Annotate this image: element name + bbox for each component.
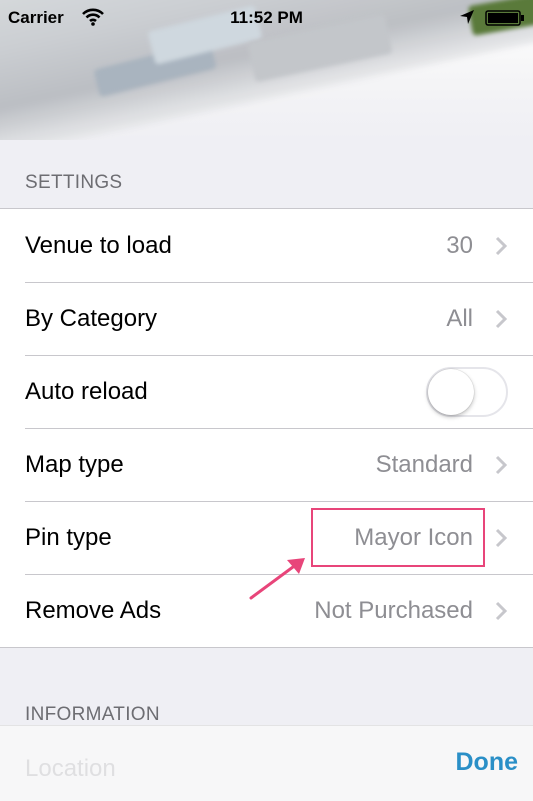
toggle-knob bbox=[428, 368, 474, 415]
annotation-arrow-icon bbox=[249, 558, 305, 600]
row-label: By Category bbox=[25, 304, 158, 332]
chevron-right-icon bbox=[495, 528, 508, 547]
information-section-header: INFORMATION bbox=[25, 704, 160, 725]
location-row-label[interactable]: Location bbox=[25, 755, 116, 783]
row-label: Map type bbox=[25, 450, 124, 478]
row-label: Venue to load bbox=[25, 231, 172, 259]
row-value: Mayor Icon bbox=[354, 523, 473, 551]
auto-reload-toggle[interactable] bbox=[426, 366, 508, 417]
done-button[interactable]: Done bbox=[456, 748, 519, 777]
auto-reload-row: Auto reload bbox=[0, 355, 533, 428]
battery-icon bbox=[485, 10, 524, 26]
row-label: Pin type bbox=[25, 523, 112, 551]
row-value: 30 bbox=[446, 231, 473, 259]
row-value: All bbox=[446, 304, 473, 332]
row-label: Remove Ads bbox=[25, 596, 162, 624]
chevron-right-icon bbox=[495, 236, 508, 255]
map-type-row[interactable]: Map type Standard bbox=[0, 428, 533, 501]
chevron-right-icon bbox=[495, 455, 508, 474]
row-label: Auto reload bbox=[25, 377, 148, 405]
location-arrow-icon bbox=[460, 10, 474, 24]
row-value: Not Purchased bbox=[314, 596, 473, 624]
chevron-right-icon bbox=[495, 601, 508, 620]
settings-section-header: SETTINGS bbox=[25, 172, 123, 193]
chevron-right-icon bbox=[495, 309, 508, 328]
venue-to-load-row[interactable]: Venue to load 30 bbox=[0, 209, 533, 282]
by-category-row[interactable]: By Category All bbox=[0, 282, 533, 355]
status-bar: Carrier 11:52 PM bbox=[0, 0, 533, 36]
row-value: Standard bbox=[375, 450, 473, 478]
status-time: 11:52 PM bbox=[230, 8, 303, 27]
